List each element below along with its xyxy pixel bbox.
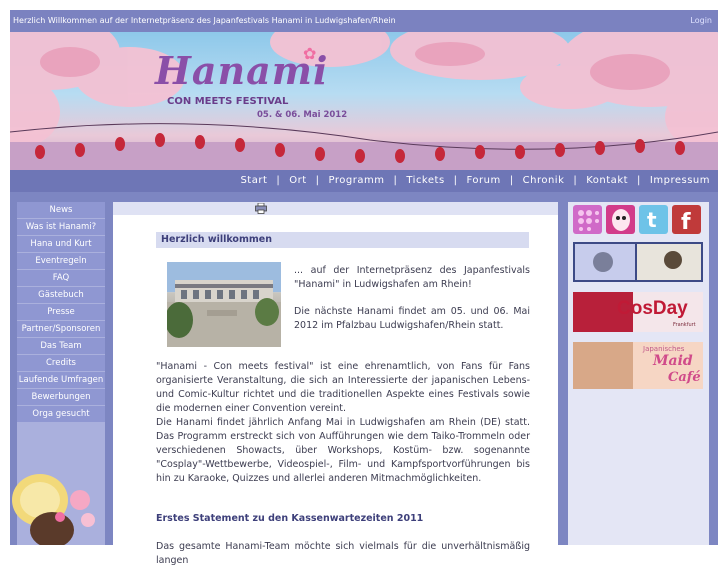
svg-text:t: t xyxy=(647,208,657,232)
header-banner: Hanami CON MEETS FESTIVAL 05. & 06. Mai … xyxy=(10,32,718,170)
login-link[interactable]: Login xyxy=(690,10,712,32)
nav-tickets[interactable]: Tickets xyxy=(406,175,444,186)
sidebar-item-news[interactable]: News xyxy=(17,202,105,218)
facebook-icon[interactable]: f xyxy=(672,205,701,235)
sponsor-banner-photo[interactable] xyxy=(573,242,703,282)
next-event-paragraph: Die nächste Hanami findet am 05. und 06.… xyxy=(294,306,530,331)
sidebar-item-partner-sponsoren[interactable]: Partner/Sponsoren xyxy=(17,321,105,337)
myspace-icon[interactable] xyxy=(573,205,602,234)
sidebar-item-gaestebuch[interactable]: Gästebuch xyxy=(17,287,105,303)
print-icon[interactable] xyxy=(255,203,267,214)
nav-forum[interactable]: Forum xyxy=(467,175,501,186)
nav-chronik[interactable]: Chronik xyxy=(523,175,565,186)
nav-separator: | xyxy=(453,175,458,186)
maid-cafe-line2: Maid xyxy=(653,353,693,369)
sidebar-item-faq[interactable]: FAQ xyxy=(17,270,105,286)
maid-cafe-line3: Café xyxy=(668,370,701,385)
mascot-illustration xyxy=(12,474,95,545)
nav-impressum[interactable]: Impressum xyxy=(650,175,710,186)
nav-start[interactable]: Start xyxy=(240,175,267,186)
print-bar xyxy=(113,202,558,215)
flower-icon: ✿ xyxy=(303,44,317,63)
animexx-icon[interactable] xyxy=(606,205,635,234)
sidebar-item-orga-gesucht[interactable]: Orga gesucht xyxy=(17,406,105,422)
maid-cafe-line1: Japanisches xyxy=(643,345,685,353)
maid-cafe-photo xyxy=(573,342,633,389)
cosday-subtitle: Frankfurt xyxy=(673,322,696,328)
nav-separator: | xyxy=(637,175,641,186)
intro-paragraph: ... auf der Internetpräsenz des Japanfes… xyxy=(294,265,530,290)
nav-ort[interactable]: Ort xyxy=(289,175,306,186)
sidebar-item-hana-und-kurt[interactable]: Hana und Kurt xyxy=(17,236,105,252)
twitter-icon[interactable]: t xyxy=(639,205,668,234)
festival-date: 05. & 06. Mai 2012 xyxy=(257,110,348,120)
about-text: "Hanami - Con meets festival" ist eine e… xyxy=(156,360,530,486)
maid-cafe-banner[interactable]: Japanisches Maid Café xyxy=(573,342,703,389)
sidebar-item-was-ist-hanami[interactable]: Was ist Hanami? xyxy=(17,219,105,235)
nav-separator: | xyxy=(315,175,320,186)
nav-separator: | xyxy=(393,175,398,186)
cosday-banner[interactable]: CosDay Frankfurt xyxy=(573,292,703,332)
nav-kontakt[interactable]: Kontakt xyxy=(586,175,628,186)
nav-separator: | xyxy=(573,175,578,186)
main-content: Herzlich willkommen ... auf der Internet… xyxy=(113,202,558,566)
nav-items: Start | Ort | Programm | Tickets | Forum | Chronik… xyxy=(240,170,710,192)
svg-text:f: f xyxy=(681,210,691,234)
site-welcome-text: Herzlich Willkommen auf der Internetpräs… xyxy=(13,16,396,25)
sidebar-item-credits[interactable]: Credits xyxy=(17,355,105,371)
sidebar-item-eventregeln[interactable]: Eventregeln xyxy=(17,253,105,269)
cosday-title: CosDay xyxy=(617,298,688,319)
nav-programm[interactable]: Programm xyxy=(329,175,385,186)
nav-separator: | xyxy=(509,175,514,186)
hanami-logo[interactable]: Hanami CON MEETS FESTIVAL 05. & 06. Mai … xyxy=(155,44,355,128)
program-paragraph: Die Hanami findet jährlich Anfang Mai in… xyxy=(156,417,530,484)
right-sidebar: t f CosDay Frankfurt Japanisches Maid Ca… xyxy=(568,202,709,545)
statement-text: Das gesamte Hanami-Team möchte sich viel… xyxy=(156,541,530,566)
top-bar: Herzlich Willkommen auf der Internetpräs… xyxy=(10,10,718,32)
venue-photo xyxy=(167,262,281,347)
sidebar-item-presse[interactable]: Presse xyxy=(17,304,105,320)
sidebar-item-bewerbungen[interactable]: Bewerbungen xyxy=(17,389,105,405)
main-navigation: Start | Ort | Programm | Tickets | Forum | Chronik… xyxy=(10,170,718,192)
page-title: Herzlich willkommen xyxy=(156,232,529,248)
sidebar-item-das-team[interactable]: Das Team xyxy=(17,338,105,354)
nav-separator: | xyxy=(276,175,281,186)
pfalzbau-building-image xyxy=(167,262,281,347)
statement-heading: Erstes Statement zu den Kassenwartezeite… xyxy=(156,513,424,524)
sidebar-item-laufende-umfragen[interactable]: Laufende Umfragen xyxy=(17,372,105,388)
about-paragraph: "Hanami - Con meets festival" ist eine e… xyxy=(156,361,530,414)
cherry-blossom-illustration xyxy=(10,32,718,170)
logo-tagline: CON MEETS FESTIVAL xyxy=(167,96,289,107)
